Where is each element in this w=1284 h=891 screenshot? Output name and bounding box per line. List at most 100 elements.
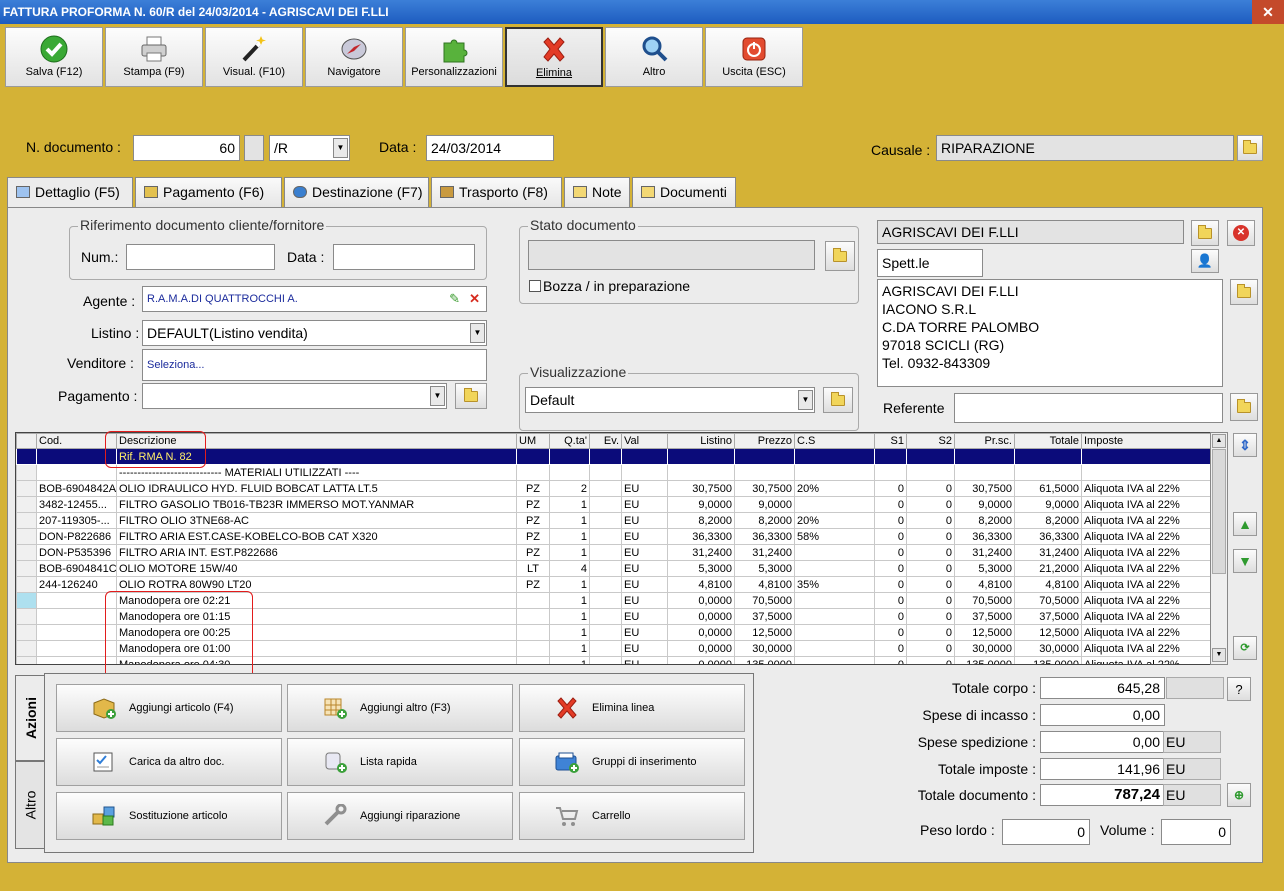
cart-button[interactable]: Carrello <box>519 792 745 840</box>
add-repair-button[interactable]: Aggiungi riparazione <box>287 792 513 840</box>
address-browse-button[interactable] <box>1230 279 1258 305</box>
replace-article-button[interactable]: Sostituzione articolo <box>56 792 282 840</box>
table-cell[interactable]: 0 <box>906 608 955 625</box>
referente-input[interactable] <box>954 393 1223 423</box>
row-indicator[interactable] <box>16 656 37 664</box>
pagamento-select[interactable]: ▼ <box>142 383 447 409</box>
row-indicator[interactable] <box>16 448 37 465</box>
table-cell[interactable] <box>794 496 875 513</box>
table-cell[interactable]: 135,0000 <box>1014 656 1082 664</box>
table-cell[interactable]: EU <box>621 544 668 561</box>
add-other-button[interactable]: Aggiungi altro (F3) <box>287 684 513 732</box>
chevron-down-icon[interactable]: ▼ <box>798 390 813 410</box>
causale-browse-button[interactable] <box>1237 135 1263 161</box>
table-cell[interactable]: Aliquota IVA al 22% <box>1081 512 1213 529</box>
clear-x-icon[interactable]: ✕ <box>469 289 480 309</box>
table-row[interactable]: BOB-6904841C OLIO MOTORE 15W/40 LT 4 EU 5,300… <box>16 560 1213 577</box>
table-cell[interactable]: Aliquota IVA al 22% <box>1081 608 1213 625</box>
table-cell[interactable]: Aliquota IVA al 22% <box>1081 560 1213 577</box>
table-cell[interactable]: 70,5000 <box>734 592 795 609</box>
table-cell[interactable]: 31,2400 <box>954 544 1015 561</box>
delete-button[interactable]: Elimina <box>505 27 603 87</box>
table-cell[interactable]: 0 <box>874 656 907 664</box>
table-cell[interactable]: 9,0000 <box>1014 496 1082 513</box>
col-header[interactable]: S1 <box>874 433 907 449</box>
row-indicator[interactable] <box>16 496 37 513</box>
table-cell[interactable]: 8,2000 <box>1014 512 1082 529</box>
chevron-down-icon[interactable]: ▼ <box>333 138 348 158</box>
table-row[interactable]: BOB-6904842A OLIO IDRAULICO HYD. FLUID BO… <box>16 480 1213 497</box>
table-cell[interactable]: 30,7500 <box>667 480 735 497</box>
table-cell[interactable]: 0 <box>874 544 907 561</box>
table-cell[interactable]: 36,3300 <box>667 528 735 545</box>
table-cell[interactable]: BOB-6904841C <box>36 560 117 577</box>
table-cell[interactable] <box>589 624 622 641</box>
table-cell[interactable]: 9,0000 <box>667 496 735 513</box>
agente-field[interactable]: R.A.M.A.DI QUATTROCCHI A. ✎ ✕ <box>142 286 487 312</box>
table-cell[interactable]: 0,0000 <box>667 608 735 625</box>
table-cell[interactable]: 5,3000 <box>734 560 795 577</box>
table-cell[interactable]: 0 <box>874 592 907 609</box>
help-button[interactable]: ? <box>1227 677 1251 701</box>
table-cell[interactable]: 30,0000 <box>1014 640 1082 657</box>
table-cell[interactable]: Aliquota IVA al 22% <box>1081 656 1213 664</box>
salutation-field[interactable]: Spett.le <box>877 249 983 277</box>
table-cell[interactable]: 0 <box>906 592 955 609</box>
table-cell[interactable]: 0,0000 <box>667 656 735 664</box>
table-cell[interactable]: 0 <box>874 480 907 497</box>
zoom-total-button[interactable]: ⊕ <box>1227 783 1251 807</box>
table-cell[interactable]: EU <box>621 480 668 497</box>
table-cell[interactable]: 20% <box>794 512 875 529</box>
table-cell[interactable] <box>549 448 590 465</box>
table-cell[interactable]: 0 <box>874 608 907 625</box>
table-cell[interactable]: 30,7500 <box>954 480 1015 497</box>
table-cell[interactable]: 35% <box>794 576 875 593</box>
table-cell[interactable]: 12,5000 <box>734 624 795 641</box>
table-cell[interactable]: 1 <box>549 640 590 657</box>
table-cell[interactable]: 0 <box>874 496 907 513</box>
table-cell[interactable]: 30,7500 <box>734 480 795 497</box>
table-cell[interactable]: 37,5000 <box>954 608 1015 625</box>
chevron-down-icon[interactable]: ▼ <box>430 386 445 406</box>
table-cell[interactable]: 1 <box>549 496 590 513</box>
table-cell[interactable]: 8,2000 <box>734 512 795 529</box>
table-cell[interactable]: EU <box>621 512 668 529</box>
table-cell[interactable]: 36,3300 <box>954 528 1015 545</box>
table-cell[interactable]: 0 <box>906 496 955 513</box>
refresh-icon[interactable]: ⟳ <box>1233 636 1257 660</box>
table-cell[interactable]: 12,5000 <box>954 624 1015 641</box>
table-cell[interactable]: EU <box>621 656 668 664</box>
table-cell[interactable]: Aliquota IVA al 22% <box>1081 544 1213 561</box>
row-indicator[interactable] <box>16 576 37 593</box>
table-cell[interactable]: 36,3300 <box>1014 528 1082 545</box>
add-article-button[interactable]: Aggiungi articolo (F4) <box>56 684 282 732</box>
table-cell[interactable]: 4,8100 <box>954 576 1015 593</box>
table-cell[interactable]: OLIO MOTORE 15W/40 <box>116 560 517 577</box>
table-cell[interactable]: 58% <box>794 528 875 545</box>
table-cell[interactable]: 0 <box>906 624 955 641</box>
table-cell[interactable]: 1 <box>549 576 590 593</box>
date-input[interactable]: 24/03/2014 <box>426 135 554 161</box>
table-cell[interactable]: 1 <box>549 608 590 625</box>
table-cell[interactable]: 30,0000 <box>734 640 795 657</box>
table-cell[interactable] <box>794 560 875 577</box>
row-indicator[interactable] <box>16 544 37 561</box>
insert-groups-button[interactable]: Gruppi di inserimento <box>519 738 745 786</box>
table-cell[interactable]: EU <box>621 496 668 513</box>
rif-date-input[interactable] <box>333 244 475 270</box>
table-cell[interactable]: DON-P535396 <box>36 544 117 561</box>
table-cell[interactable] <box>794 464 875 481</box>
table-cell[interactable]: 9,0000 <box>734 496 795 513</box>
col-header[interactable]: Val <box>621 433 668 449</box>
save-button[interactable]: Salva (F12) <box>5 27 103 87</box>
table-cell[interactable]: EU <box>621 576 668 593</box>
row-indicator[interactable] <box>16 528 37 545</box>
table-cell[interactable] <box>794 592 875 609</box>
table-cell[interactable]: 0,0000 <box>667 624 735 641</box>
volume-input[interactable]: 0 <box>1161 819 1231 845</box>
table-cell[interactable]: PZ <box>516 480 550 497</box>
table-cell[interactable]: Aliquota IVA al 22% <box>1081 640 1213 657</box>
referente-browse-button[interactable] <box>1230 393 1258 421</box>
load-from-doc-button[interactable]: Carica da altro doc. <box>56 738 282 786</box>
navigator-button[interactable]: Navigatore <box>305 27 403 87</box>
